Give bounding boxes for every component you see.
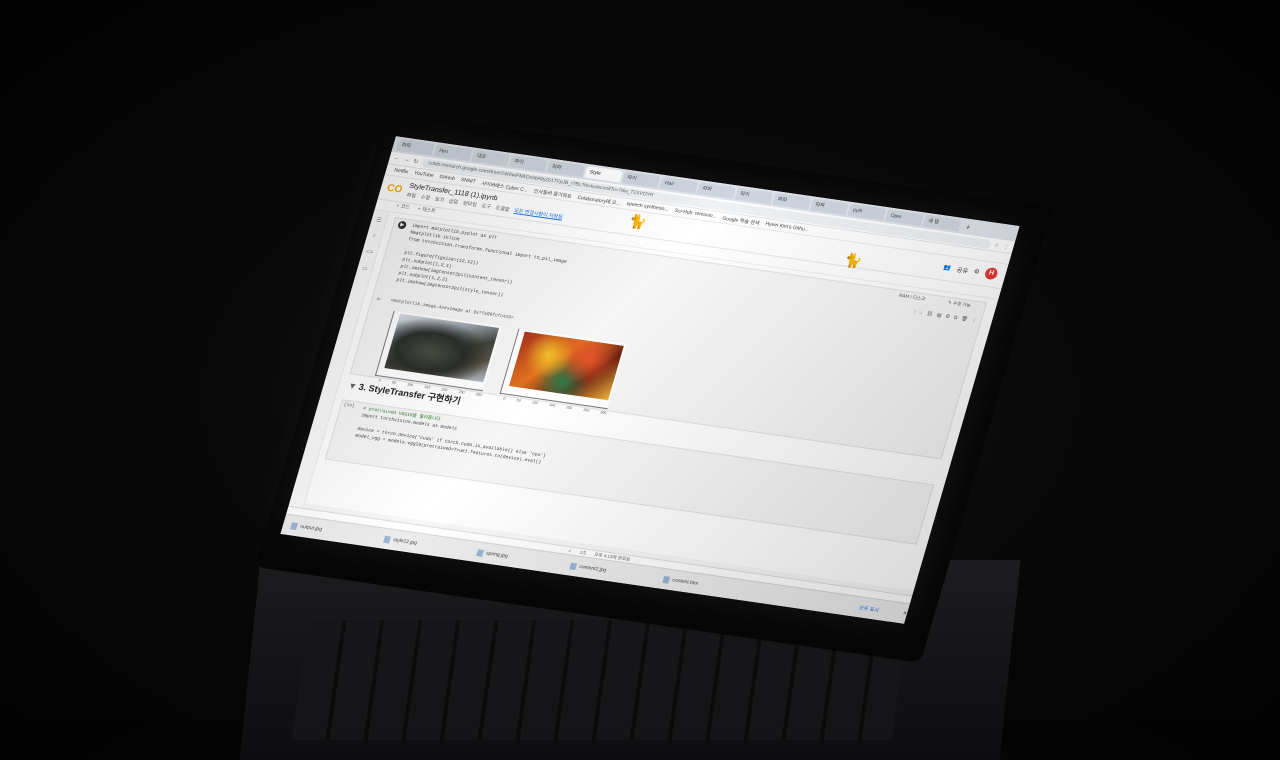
header-actions: 👥 공유 ⚙ H xyxy=(942,261,999,281)
delete-icon[interactable]: 🗑 xyxy=(960,316,968,323)
add-code-button[interactable]: + 코드 xyxy=(395,202,411,214)
edit-mode-button[interactable]: ✎ 수정 가능 xyxy=(947,300,971,309)
move-up-icon[interactable]: ↑ xyxy=(913,309,917,315)
folder-icon[interactable]: ▭ xyxy=(361,265,369,273)
run-cell-button[interactable]: ▶ xyxy=(397,220,408,230)
reload-icon[interactable]: ↻ xyxy=(413,158,420,166)
menu-item[interactable]: 보기 xyxy=(434,196,445,204)
code-editor[interactable]: # pretrained VGG19를 불러옵니다 import torchvi… xyxy=(354,405,552,466)
mirror-icon[interactable]: ⧉ xyxy=(953,315,958,321)
gear-icon[interactable]: ⚙ xyxy=(973,268,980,276)
code-editor[interactable]: import matplotlib.pyplot as plt %matplot… xyxy=(395,223,571,307)
tick-label: 250 xyxy=(582,407,590,413)
menu-item[interactable]: 삽입 xyxy=(448,198,459,206)
cat-sticker-icon: 🐈 xyxy=(842,251,865,270)
tick-label: 50 xyxy=(516,398,522,403)
file-icon xyxy=(383,535,392,543)
tick-label: 200 xyxy=(565,405,573,411)
style-image-plot: 0 50 100 150 200 250 300 xyxy=(499,328,627,415)
download-filename: content.htm xyxy=(671,577,699,587)
execution-count: [14] xyxy=(342,402,356,410)
content-image-plot: 0 50 100 150 200 250 300 xyxy=(374,310,502,397)
bookmark-item[interactable]: GitHub xyxy=(439,174,456,182)
tick-label: 100 xyxy=(531,400,539,406)
download-filename: content2.jpg xyxy=(578,563,608,574)
menu-item[interactable]: 런타임 xyxy=(462,200,478,209)
settings-icon[interactable]: ⚙ xyxy=(945,314,951,320)
file-icon xyxy=(476,548,485,557)
tick-label: 0 xyxy=(502,396,506,401)
ram-disk-indicator[interactable]: RAM / 디스크 xyxy=(898,293,926,303)
output-icon[interactable]: ⊳ xyxy=(376,296,382,302)
download-filename: output.jpg xyxy=(299,523,323,533)
code-icon[interactable]: <> xyxy=(365,249,374,256)
file-icon xyxy=(569,562,578,570)
show-all-downloads-link[interactable]: 모두 표시 xyxy=(858,604,880,614)
cat-sticker-icon: 🐈 xyxy=(627,212,649,231)
cell-toolbar: ↑ ↓ ⛓ ▤ ⚙ ⧉ 🗑 ⋮ xyxy=(913,309,978,324)
forward-icon[interactable]: → xyxy=(403,157,411,164)
bookmark-item[interactable]: SNNIT xyxy=(460,177,477,185)
avatar[interactable]: H xyxy=(983,266,999,281)
share-button[interactable]: 공유 xyxy=(956,264,969,274)
bookmark-item[interactable]: YouTube xyxy=(413,170,434,179)
file-icon xyxy=(662,575,671,584)
style-image xyxy=(509,331,624,401)
more-icon[interactable]: ⋮ xyxy=(971,317,978,324)
menu-item[interactable]: 도구 xyxy=(481,202,492,210)
edit-label: 수정 가능 xyxy=(952,300,972,308)
link-icon[interactable]: ⛓ xyxy=(926,311,934,318)
disk-label: 디스크 xyxy=(912,294,926,302)
menu-item[interactable]: 수정 xyxy=(420,194,431,202)
extensions-icon[interactable]: ⋮ xyxy=(1002,243,1010,251)
bookmark-item[interactable]: Netflix xyxy=(393,167,408,175)
menu-item[interactable]: 파일 xyxy=(406,192,417,199)
tick-label: 300 xyxy=(475,392,483,398)
file-icon xyxy=(290,521,299,530)
move-down-icon[interactable]: ↓ xyxy=(919,310,923,316)
comment-icon[interactable]: ▤ xyxy=(936,312,942,318)
download-filename: style22.jpg xyxy=(392,537,418,547)
download-filename: spring.jpg xyxy=(485,550,509,560)
search-icon[interactable]: ⌕ xyxy=(371,233,377,240)
menu-item[interactable]: 도움말 xyxy=(495,204,511,213)
x-axis-ticks: 0 50 100 150 200 250 300 xyxy=(503,396,607,415)
content-image xyxy=(384,313,500,383)
chevron-down-icon[interactable]: ▾ xyxy=(349,380,356,390)
star-icon[interactable]: ☆ xyxy=(993,241,1000,249)
new-tab-icon[interactable]: + xyxy=(961,222,976,233)
colab-logo[interactable]: CO xyxy=(386,182,404,195)
ram-label: RAM xyxy=(898,292,910,300)
people-icon[interactable]: 👥 xyxy=(943,263,952,271)
back-icon[interactable]: ← xyxy=(393,155,401,162)
toc-icon[interactable]: ☰ xyxy=(375,216,382,224)
tick-label: 300 xyxy=(599,410,607,416)
tick-label: 150 xyxy=(548,402,556,408)
